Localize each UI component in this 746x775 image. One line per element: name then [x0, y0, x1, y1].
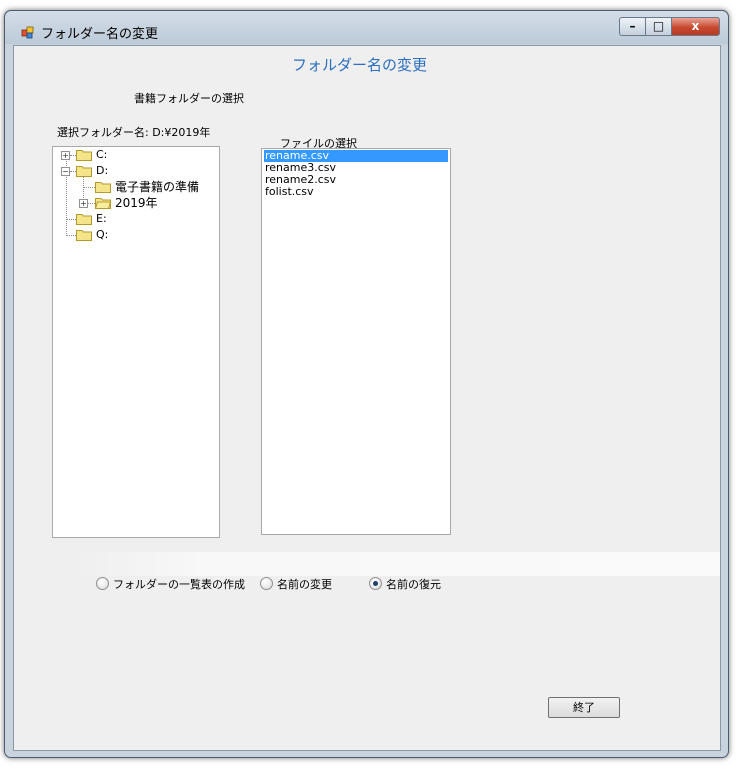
- minimize-icon: –: [629, 19, 636, 33]
- app-window: フォルダー名の変更 – □ x フォルダー名の変更 書籍フォルダーの選択 選択フ…: [4, 10, 729, 758]
- folder-icon: [76, 230, 92, 241]
- radio-label: フォルダーの一覧表の作成: [113, 578, 245, 591]
- folder-icon: [76, 150, 92, 161]
- expand-icon[interactable]: +: [61, 151, 70, 160]
- tree-node-2019[interactable]: + 2019年: [53, 195, 213, 211]
- collapse-icon[interactable]: −: [61, 167, 70, 176]
- expand-icon[interactable]: +: [79, 199, 88, 208]
- tree-node-label: 2019年: [115, 196, 158, 210]
- tree-node-label: C:: [96, 148, 108, 161]
- maximize-button[interactable]: □: [645, 17, 672, 36]
- radio-label: 名前の復元: [386, 578, 441, 591]
- open-folder-icon: [95, 198, 111, 209]
- radio-label: 名前の変更: [277, 578, 332, 591]
- radio-icon[interactable]: [96, 577, 109, 590]
- tree-node-ebook-prep[interactable]: 電子書籍の準備: [53, 179, 213, 195]
- tree-node-label: E:: [96, 212, 107, 225]
- title-bar[interactable]: フォルダー名の変更 – □ x: [5, 11, 728, 44]
- tree-node-label: D:: [96, 164, 109, 177]
- folder-icon: [76, 214, 92, 225]
- file-listbox[interactable]: rename.csv rename3.csv rename2.csv folis…: [261, 148, 451, 535]
- radio-checked-icon[interactable]: [369, 577, 382, 590]
- folder-icon: [95, 182, 111, 193]
- selected-folder-label: 選択フォルダー名: D:¥2019年: [57, 126, 211, 139]
- options-strip: [74, 552, 720, 576]
- folder-tree[interactable]: + C: − D: 電子書籍の準備 + 2019年 E: Q:: [52, 146, 220, 538]
- client-area: フォルダー名の変更 書籍フォルダーの選択 選択フォルダー名: D:¥2019年 …: [13, 45, 721, 751]
- tree-node-label: Q:: [96, 228, 109, 241]
- tree-node-e[interactable]: E:: [53, 211, 213, 227]
- folder-icon: [76, 166, 92, 177]
- app-icon: [21, 26, 34, 39]
- exit-button[interactable]: 終了: [548, 697, 620, 718]
- close-button[interactable]: x: [671, 17, 720, 36]
- maximize-icon: □: [652, 19, 665, 33]
- window-title: フォルダー名の変更: [41, 27, 159, 42]
- tree-node-c[interactable]: + C:: [53, 147, 213, 163]
- tree-node-d[interactable]: − D:: [53, 163, 213, 179]
- tree-node-label: 電子書籍の準備: [115, 180, 200, 194]
- form-heading: フォルダー名の変更: [292, 56, 428, 74]
- minimize-button[interactable]: –: [619, 17, 646, 36]
- list-item-folist[interactable]: folist.csv: [264, 186, 448, 198]
- radio-icon[interactable]: [260, 577, 273, 590]
- close-icon: x: [691, 19, 700, 33]
- book-folder-label: 書籍フォルダーの選択: [134, 92, 244, 105]
- tree-node-q[interactable]: Q:: [53, 227, 213, 243]
